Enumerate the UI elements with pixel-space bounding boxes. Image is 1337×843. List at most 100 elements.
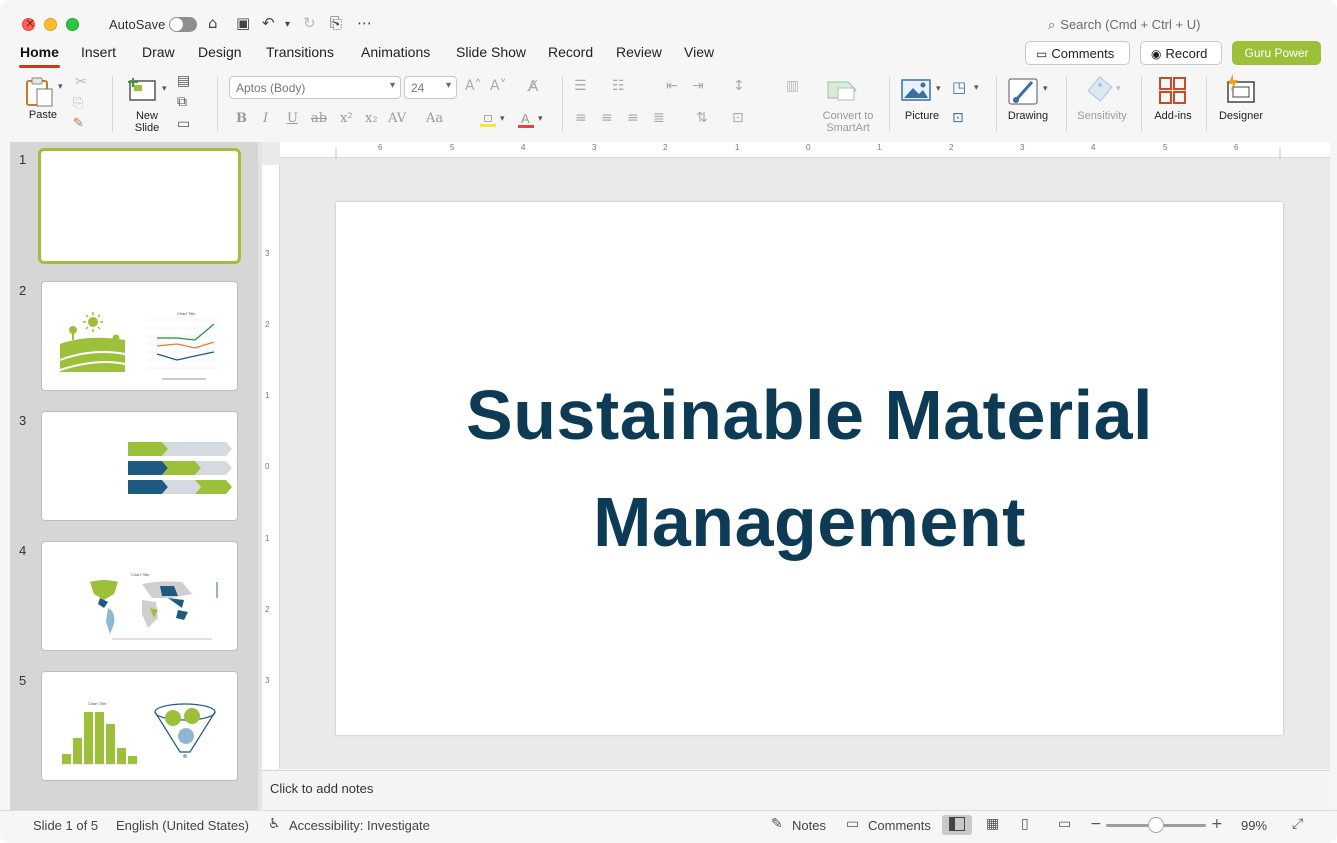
slide-thumbnail-5[interactable]: Chart Title bbox=[41, 671, 238, 781]
tab-animations[interactable]: Animations bbox=[361, 44, 430, 60]
picture-dropdown-icon[interactable]: ▾ bbox=[936, 84, 941, 94]
drawing-dropdown-icon[interactable]: ▾ bbox=[1043, 84, 1048, 94]
search-field[interactable]: ⌕ Search (Cmd + Ctrl + U) bbox=[1048, 17, 1200, 33]
superscript-button[interactable]: x² bbox=[340, 111, 353, 126]
comments-toggle[interactable]: Comments bbox=[868, 818, 931, 833]
numbering-icon[interactable]: ☷ bbox=[612, 78, 625, 94]
line-spacing-icon[interactable]: ↕ bbox=[733, 78, 745, 94]
tab-insert[interactable]: Insert bbox=[81, 44, 116, 60]
increase-font-icon[interactable]: A˄ bbox=[465, 78, 482, 94]
notes-toggle[interactable]: Notes bbox=[792, 818, 826, 833]
smartart-icon[interactable] bbox=[826, 78, 858, 102]
ruler-tick-label: 6 bbox=[1234, 143, 1239, 152]
record-button[interactable]: ◉ Record bbox=[1140, 41, 1222, 65]
zoom-out-icon[interactable]: − bbox=[1090, 816, 1102, 832]
home-icon[interactable]: ⌂ bbox=[208, 14, 218, 32]
new-slide-dropdown-icon[interactable]: ▾ bbox=[162, 84, 167, 94]
thumbnail-number: 4 bbox=[19, 543, 27, 558]
change-case-button[interactable]: Aa bbox=[426, 111, 443, 126]
autosave-toggle[interactable] bbox=[169, 17, 197, 32]
align-right-icon[interactable]: ≡ bbox=[627, 110, 639, 126]
tab-home[interactable]: Home bbox=[19, 44, 60, 68]
chevron-down-icon[interactable]: ▾ bbox=[538, 114, 543, 124]
slide-thumbnail-2[interactable]: Chart Title bbox=[41, 281, 238, 391]
text-box-icon[interactable]: ⊡ bbox=[952, 110, 964, 126]
subscript-button[interactable]: x₂ bbox=[365, 111, 378, 126]
accessibility-status[interactable]: Accessibility: Investigate bbox=[289, 818, 430, 833]
decrease-indent-icon[interactable]: ⇤ bbox=[666, 78, 678, 94]
columns-icon[interactable]: ▥ bbox=[786, 78, 799, 94]
tab-transitions[interactable]: Transitions bbox=[266, 44, 334, 60]
section-icon[interactable]: ▭ bbox=[177, 116, 190, 132]
tab-draw[interactable]: Draw bbox=[142, 44, 175, 60]
tab-slide-show[interactable]: Slide Show bbox=[456, 44, 526, 60]
slide-thumbnail-1[interactable] bbox=[38, 148, 241, 264]
fit-to-window-icon[interactable]: ⤢ bbox=[1292, 816, 1303, 832]
zoom-slider-handle[interactable] bbox=[1148, 817, 1164, 833]
strikethrough-button[interactable]: ab bbox=[311, 111, 327, 126]
ruler-tick-label: 0 bbox=[806, 143, 811, 152]
font-size-select[interactable]: 24 ▾ bbox=[404, 76, 457, 99]
picture-icon[interactable] bbox=[901, 78, 931, 102]
increase-indent-icon[interactable]: ⇥ bbox=[692, 78, 704, 94]
notes-pane[interactable]: Click to add notes bbox=[262, 770, 1330, 810]
more-icon[interactable]: ⋯ bbox=[357, 14, 372, 32]
redo-icon[interactable]: ↻ bbox=[303, 14, 316, 32]
guru-power-button[interactable]: Guru Power bbox=[1232, 41, 1321, 65]
new-slide-icon[interactable] bbox=[127, 76, 159, 102]
tab-design[interactable]: Design bbox=[198, 44, 242, 60]
copy-icon[interactable]: ⎘ bbox=[73, 96, 83, 111]
slide-thumbnail-3[interactable] bbox=[41, 411, 238, 521]
align-text-icon[interactable]: ⊡ bbox=[732, 110, 744, 126]
chevron-down-icon[interactable]: ▾ bbox=[500, 114, 505, 124]
format-painter-icon[interactable]: ✎ bbox=[73, 116, 84, 131]
shapes-icon[interactable]: ◳ bbox=[952, 78, 966, 96]
highlight-icon[interactable] bbox=[480, 115, 496, 127]
paste-icon[interactable] bbox=[24, 76, 56, 108]
font-name-select[interactable]: Aptos (Body) ▾ bbox=[229, 76, 401, 99]
underline-button[interactable]: U bbox=[287, 111, 298, 126]
layout-icon[interactable]: ▤ bbox=[177, 73, 190, 89]
close-window-button[interactable] bbox=[22, 16, 35, 31]
slide-thumbnail-4[interactable]: Chart Title bbox=[41, 541, 238, 651]
minimize-window-button[interactable] bbox=[44, 18, 57, 31]
comments-button[interactable]: ▭ Comments bbox=[1025, 41, 1130, 65]
tab-review[interactable]: Review bbox=[616, 44, 662, 60]
tab-record[interactable]: Record bbox=[548, 44, 593, 60]
slide-show-icon[interactable]: ▭ bbox=[1058, 816, 1071, 832]
slide-sorter-icon[interactable]: ▦ bbox=[986, 816, 999, 832]
shapes-dropdown-icon[interactable]: ▾ bbox=[974, 83, 979, 93]
zoom-level[interactable]: 99% bbox=[1241, 818, 1267, 833]
normal-view-button[interactable] bbox=[942, 815, 972, 835]
italic-button[interactable]: I bbox=[263, 111, 268, 126]
drawing-icon[interactable] bbox=[1008, 76, 1040, 106]
justify-icon[interactable]: ≣ bbox=[653, 110, 665, 126]
zoom-window-button[interactable] bbox=[66, 18, 79, 31]
undo-dropdown-icon[interactable]: ▾ bbox=[285, 19, 290, 30]
language-status[interactable]: English (United States) bbox=[116, 818, 249, 833]
slide-title-placeholder[interactable]: Sustainable Material Management bbox=[336, 362, 1283, 576]
align-center-icon[interactable]: ≡ bbox=[601, 110, 613, 126]
decrease-font-icon[interactable]: A˅ bbox=[490, 78, 507, 94]
save-as-icon[interactable]: ⎘ bbox=[330, 14, 342, 32]
bullets-icon[interactable]: ☰ bbox=[574, 78, 587, 94]
text-direction-icon[interactable]: ⇅ bbox=[696, 110, 708, 126]
font-color-icon[interactable]: A bbox=[518, 111, 534, 128]
paste-dropdown-icon[interactable]: ▾ bbox=[58, 82, 63, 92]
clear-formatting-icon[interactable]: A̸ bbox=[528, 77, 538, 95]
zoom-in-icon[interactable]: + bbox=[1211, 816, 1223, 832]
add-ins-icon[interactable] bbox=[1158, 76, 1188, 104]
tab-view[interactable]: View bbox=[684, 44, 714, 60]
align-left-icon[interactable]: ≡ bbox=[575, 110, 587, 126]
save-icon[interactable]: ▣ bbox=[236, 14, 250, 32]
reading-view-icon[interactable]: ▯ bbox=[1021, 816, 1029, 832]
bold-button[interactable]: B bbox=[236, 111, 247, 126]
undo-icon[interactable]: ↶ bbox=[262, 14, 275, 32]
designer-icon[interactable] bbox=[1224, 74, 1258, 104]
cut-icon[interactable]: ✂ bbox=[75, 74, 87, 90]
sensitivity-dropdown-icon[interactable]: ▾ bbox=[1116, 84, 1121, 94]
reset-icon[interactable]: ⧉ bbox=[177, 94, 187, 110]
current-slide[interactable]: Sustainable Material Management bbox=[336, 202, 1283, 735]
sensitivity-icon[interactable] bbox=[1086, 74, 1114, 104]
character-spacing-button[interactable]: AV bbox=[388, 111, 406, 126]
